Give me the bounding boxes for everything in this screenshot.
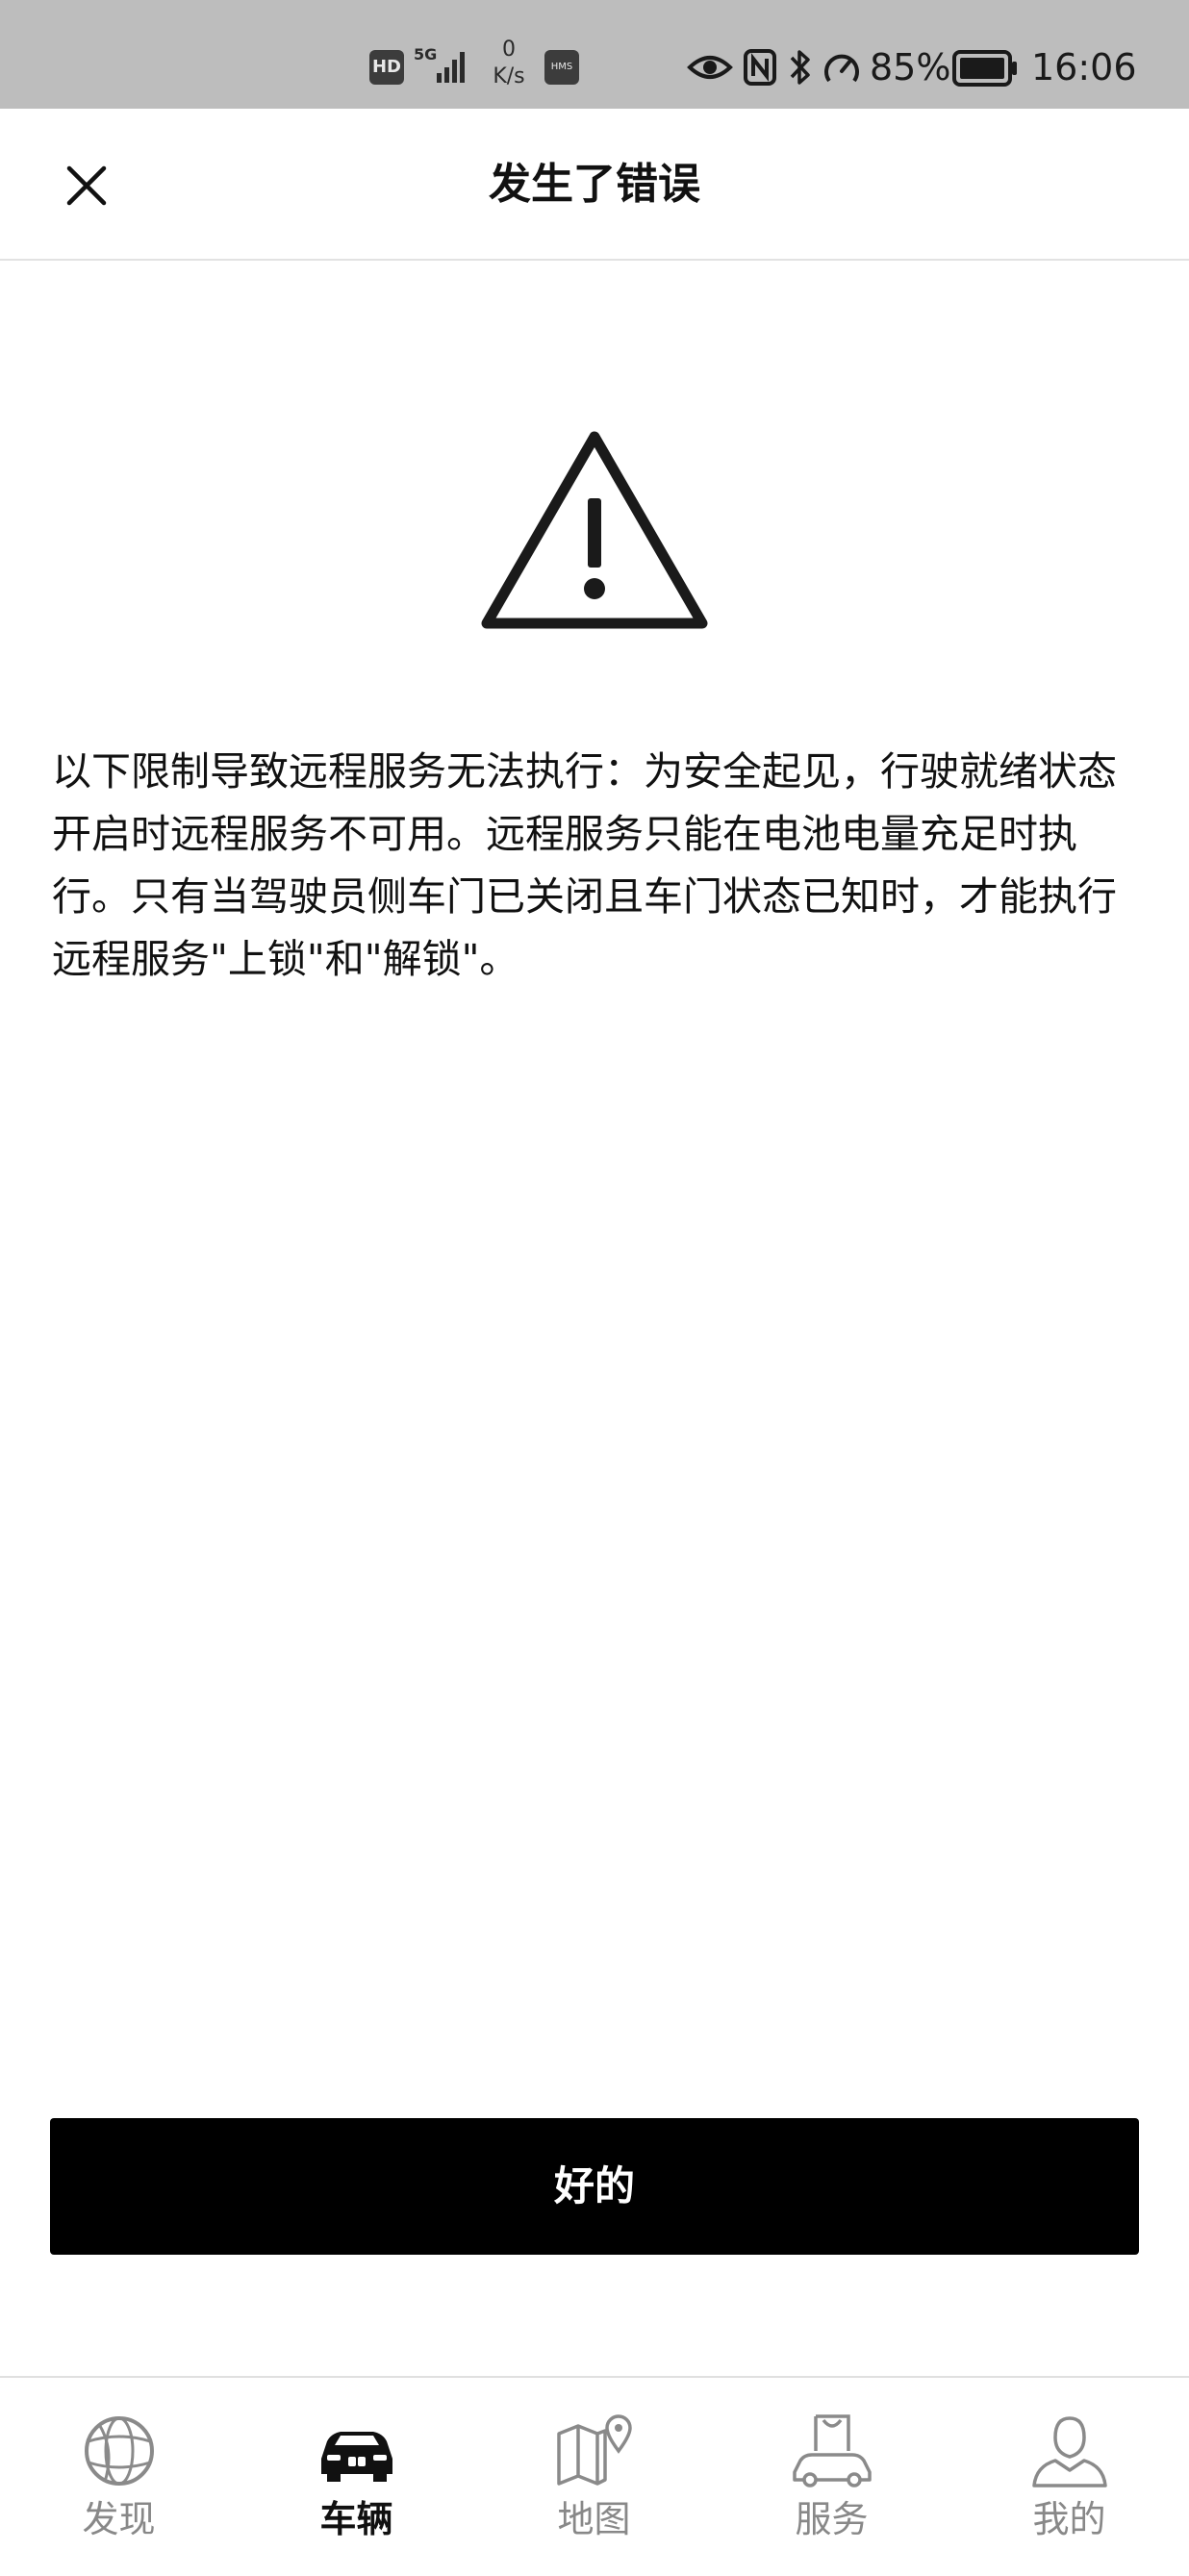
nav-item-map[interactable]: 地图 (475, 2378, 713, 2576)
bottom-nav: 发现 车辆 地图 服务 我的 (0, 2376, 1189, 2574)
nfc-icon (743, 48, 777, 87)
network-type-label: 5G (414, 45, 437, 63)
bluetooth-icon (787, 46, 814, 88)
battery-icon (952, 50, 1020, 87)
clock-time: 16:06 (1031, 46, 1137, 88)
close-button[interactable] (54, 153, 119, 218)
service-bag-car-icon (792, 2414, 872, 2488)
hd-badge: HD (369, 50, 404, 85)
nav-item-discover[interactable]: 发现 (0, 2378, 238, 2576)
warning-triangle-icon (477, 425, 712, 637)
error-message: 以下限制导致远程服务无法执行：为安全起见，行驶就绪状态开启时远程服务不可用。远程… (52, 748, 1117, 982)
gauge-icon (822, 48, 862, 87)
status-bar: HD 5G 0 K/s HMS 85% 16:06 (0, 0, 1189, 109)
nav-item-service[interactable]: 服务 (713, 2378, 950, 2576)
eye-icon (687, 48, 733, 87)
close-icon (66, 165, 107, 206)
hms-badge: HMS (544, 50, 579, 85)
network-speed-value: 0 (502, 38, 516, 62)
car-icon (320, 2432, 392, 2482)
nav-label-map: 地图 (557, 2498, 631, 2540)
nav-label-discover: 发现 (82, 2498, 156, 2540)
nav-label-profile: 我的 (1032, 2498, 1106, 2540)
page-title: 发生了错误 (489, 160, 700, 209)
network-speed-unit: K/s (493, 64, 525, 88)
nav-label-vehicle: 车辆 (319, 2498, 393, 2540)
ok-button[interactable]: 好的 (50, 2118, 1139, 2255)
nav-item-profile[interactable]: 我的 (950, 2378, 1188, 2576)
battery-percent: 85% (870, 46, 951, 88)
user-icon (1031, 2416, 1107, 2488)
nav-item-vehicle[interactable]: 车辆 (238, 2378, 475, 2576)
network-speed: 0 K/s (481, 37, 537, 90)
globe-icon (84, 2416, 154, 2486)
nav-label-service: 服务 (795, 2498, 869, 2540)
dialog-header: 发生了错误 (0, 109, 1189, 261)
map-icon (556, 2414, 632, 2486)
signal-5g-icon: 5G (414, 44, 471, 87)
